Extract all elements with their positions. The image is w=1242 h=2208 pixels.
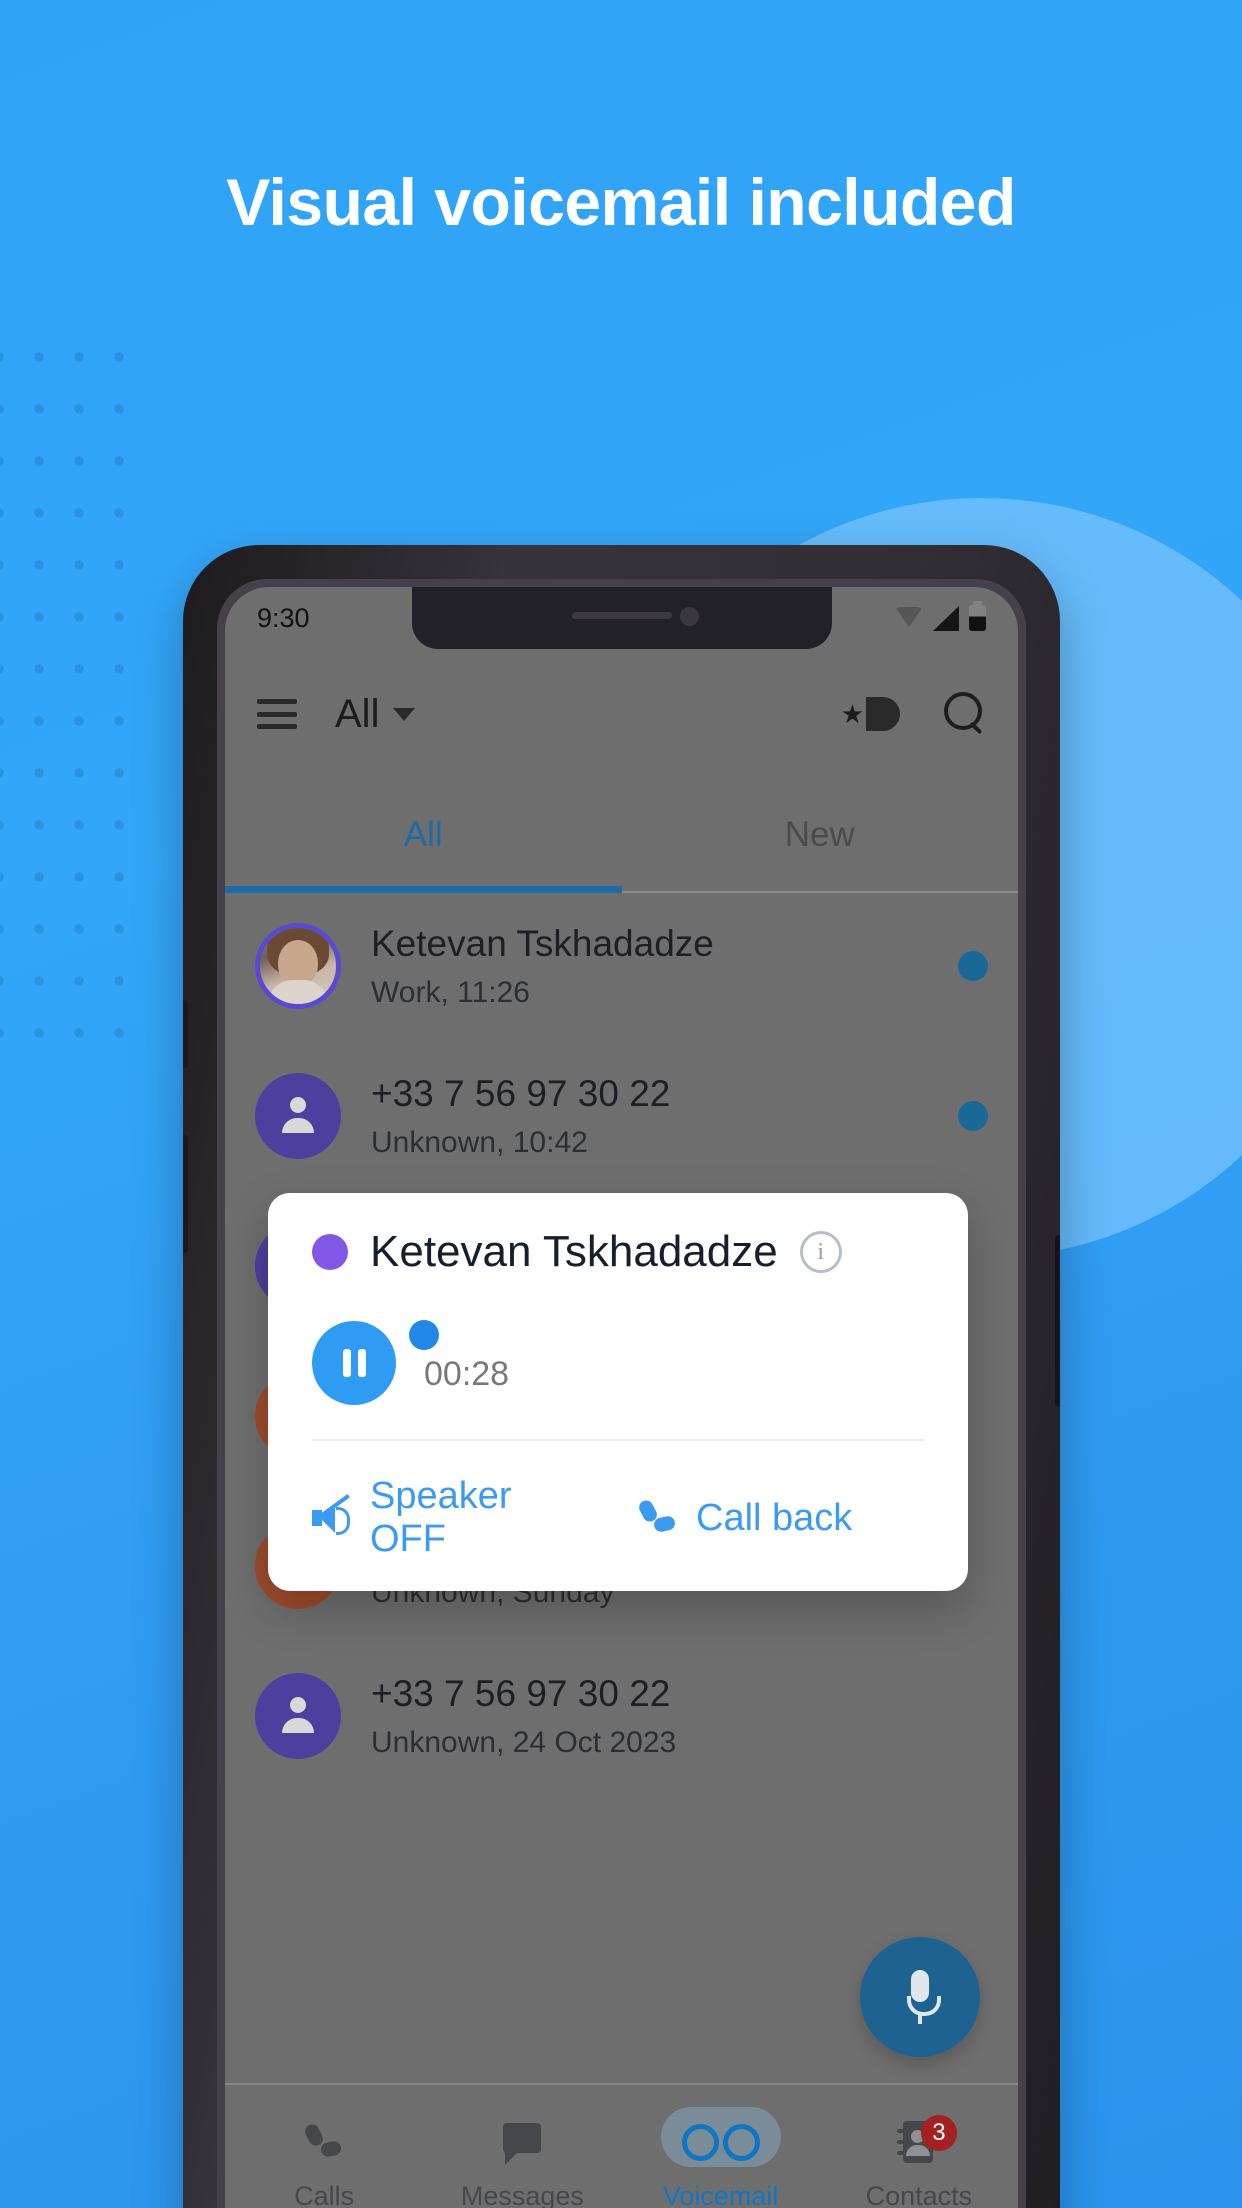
- voicemail-player-dialog: Ketevan Tskhadadze i 00:28 Speaker OFF C…: [268, 1193, 968, 1591]
- nav-item-calls[interactable]: Calls: [225, 2085, 423, 2208]
- person-icon: [279, 1097, 317, 1135]
- nav-item-calls-label: Calls: [294, 2180, 355, 2208]
- list-item[interactable]: Ketevan Tskhadadze Work, 11:26: [225, 891, 1018, 1041]
- nav-item-contacts[interactable]: 3 Contacts: [820, 2085, 1018, 2208]
- status-bar-time: 9:30: [257, 602, 310, 633]
- nav-item-voicemail[interactable]: Voicemail: [622, 2085, 820, 2208]
- nav-item-contacts-label: Contacts: [865, 2180, 973, 2208]
- call-back-button[interactable]: Call back: [598, 1475, 924, 1561]
- avatar: [255, 1073, 341, 1159]
- dialog-header: Ketevan Tskhadadze i: [312, 1227, 924, 1277]
- dialog-actions: Speaker OFF Call back: [312, 1475, 924, 1561]
- speaker-off-icon: [312, 1494, 352, 1535]
- phone-icon: [303, 2119, 345, 2167]
- status-bar: 9:30: [225, 587, 1018, 649]
- tab-all-label: All: [403, 815, 443, 854]
- record-voicemail-fab[interactable]: [860, 1937, 980, 2057]
- status-badge: 3: [920, 2114, 957, 2151]
- dialog-divider: [312, 1439, 924, 1441]
- info-icon[interactable]: i: [799, 1231, 842, 1273]
- list-item[interactable]: +33 7 56 97 30 22 Unknown, 10:42: [225, 1041, 1018, 1191]
- volume-down-button[interactable]: [183, 1135, 188, 1253]
- toggle-knob: [866, 697, 900, 731]
- unread-indicator: [958, 951, 988, 981]
- volume-up-button[interactable]: [183, 1000, 188, 1068]
- playback-track: 00:28: [409, 1320, 924, 1394]
- speaker-toggle-button[interactable]: Speaker OFF: [312, 1475, 598, 1561]
- signal-icon: [933, 605, 959, 631]
- app-bar-title[interactable]: All: [335, 692, 379, 737]
- list-item-subtitle: Work, 11:26: [371, 975, 530, 1009]
- list-item-text: +33 7 56 97 30 22 Unknown, 10:42: [371, 1071, 948, 1160]
- nav-item-messages-label: Messages: [460, 2180, 584, 2208]
- decorative-dot-grid: [0, 352, 144, 1052]
- bottom-navigation: Calls Messages Voicemail 3 Contacts: [225, 2083, 1018, 2208]
- unread-dot-icon: [312, 1234, 348, 1270]
- list-item-text: Ketevan Tskhadadze Work, 11:26: [371, 921, 948, 1010]
- app-bar: All ★: [225, 649, 1018, 779]
- microphone-icon: [905, 1970, 941, 2024]
- hamburger-menu-icon[interactable]: [257, 699, 297, 729]
- contacts-icon: 3: [896, 2114, 957, 2167]
- dialog-contact-name: Ketevan Tskhadadze: [370, 1227, 778, 1276]
- battery-icon: [969, 601, 986, 631]
- wifi-icon: [895, 607, 923, 629]
- star-toggle-icon[interactable]: ★: [841, 697, 900, 731]
- promo-screen: Visual voicemail included 9:30 All ★ All…: [0, 0, 1242, 2208]
- list-item-title: +33 7 56 97 30 22: [371, 1673, 671, 1715]
- list-item[interactable]: +33 7 56 97 30 22 Unknown, 24 Oct 2023: [225, 1641, 1018, 1791]
- list-item-subtitle: Unknown, 10:42: [371, 1125, 588, 1159]
- elapsed-time: 00:28: [424, 1355, 510, 1393]
- status-bar-icons: [895, 601, 986, 631]
- avatar: [255, 923, 341, 1009]
- speaker-toggle-label: Speaker OFF: [370, 1475, 512, 1560]
- avatar: [255, 1673, 341, 1759]
- voicemail-icon: [681, 2119, 760, 2167]
- nav-item-voicemail-label: Voicemail: [662, 2180, 779, 2208]
- tab-new-label: New: [784, 815, 855, 854]
- call-back-label: Call back: [696, 1496, 853, 1539]
- star-glyph: ★: [840, 699, 864, 729]
- playback-slider-thumb[interactable]: [409, 1320, 439, 1350]
- pause-icon[interactable]: [312, 1321, 396, 1405]
- search-icon[interactable]: [942, 692, 986, 736]
- list-item-title: +33 7 56 97 30 22: [371, 1073, 671, 1115]
- list-item-title: Ketevan Tskhadadze: [371, 923, 714, 965]
- nav-item-messages[interactable]: Messages: [423, 2085, 621, 2208]
- list-item-text: +33 7 56 97 30 22 Unknown, 24 Oct 2023: [371, 1671, 988, 1760]
- chevron-down-icon[interactable]: [393, 707, 416, 721]
- chat-icon: [501, 2119, 543, 2167]
- tab-all[interactable]: All: [225, 779, 622, 893]
- tab-bar: All New: [225, 779, 1018, 893]
- person-icon: [279, 1697, 317, 1735]
- power-button[interactable]: [1055, 1235, 1060, 1407]
- unread-indicator: [958, 1101, 988, 1131]
- tab-new[interactable]: New: [622, 779, 1019, 891]
- phone-icon: [638, 1498, 678, 1538]
- avatar-photo-body: [267, 980, 329, 1004]
- page-title: Visual voicemail included: [226, 165, 1016, 239]
- list-item-subtitle: Unknown, 24 Oct 2023: [371, 1725, 677, 1759]
- player-controls: 00:28: [312, 1320, 924, 1405]
